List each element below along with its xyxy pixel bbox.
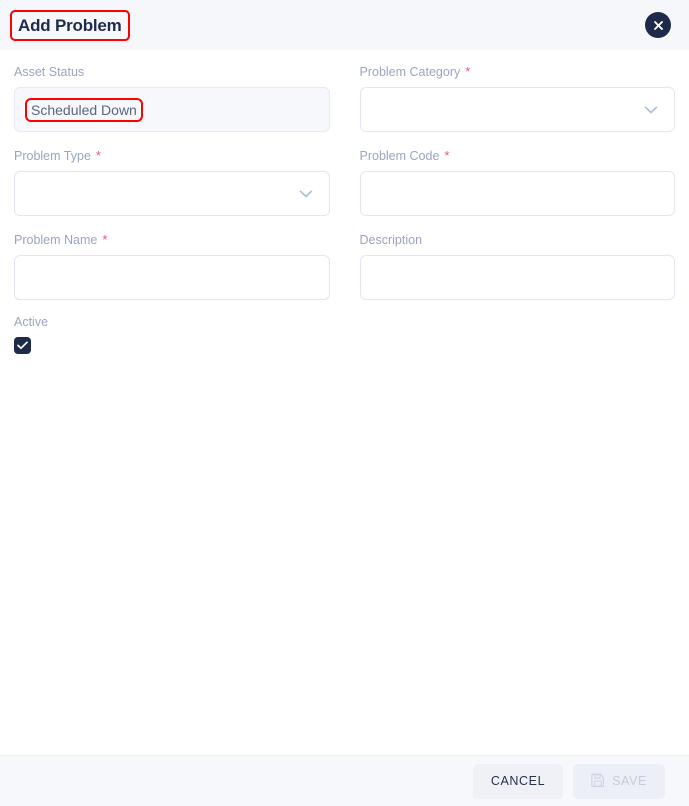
chevron-down-icon[interactable] bbox=[299, 189, 313, 198]
form-grid: Asset Status Scheduled Down Problem Cate… bbox=[14, 64, 675, 370]
label-text: Active bbox=[14, 315, 49, 329]
field-label-problem-type: Problem Type * bbox=[14, 148, 330, 165]
description-value bbox=[375, 276, 379, 280]
field-problem-type: Problem Type * bbox=[14, 148, 330, 216]
asset-status-input[interactable]: Scheduled Down bbox=[14, 87, 330, 132]
field-label-problem-code: Problem Code * bbox=[360, 148, 676, 165]
close-button[interactable] bbox=[645, 12, 671, 38]
field-asset-status: Asset Status Scheduled Down bbox=[14, 64, 330, 132]
required-marker: * bbox=[102, 232, 108, 247]
problem-category-value bbox=[375, 108, 379, 112]
problem-code-input[interactable] bbox=[359, 171, 675, 216]
dialog-header: Add Problem bbox=[0, 0, 689, 50]
problem-code-value bbox=[375, 192, 379, 196]
label-text: Problem Category bbox=[359, 65, 461, 79]
label-text: Problem Type bbox=[14, 149, 91, 163]
field-problem-name: Problem Name * bbox=[14, 232, 330, 300]
problem-type-value bbox=[29, 192, 33, 196]
problem-category-select[interactable] bbox=[359, 87, 675, 132]
save-button-label: SAVE bbox=[612, 774, 647, 788]
cancel-button-label: CANCEL bbox=[490, 774, 546, 788]
check-icon bbox=[17, 337, 28, 355]
label-text: Asset Status bbox=[14, 65, 85, 79]
field-description: Description bbox=[359, 232, 676, 300]
label-text: Problem Name bbox=[14, 233, 98, 247]
label-text: Description bbox=[359, 233, 423, 247]
field-label-problem-category: Problem Category * bbox=[360, 64, 676, 81]
field-active: Active bbox=[14, 314, 330, 354]
field-label-problem-name: Problem Name * bbox=[14, 232, 330, 249]
required-marker: * bbox=[95, 148, 101, 163]
cancel-button[interactable]: CANCEL bbox=[472, 763, 564, 799]
problem-name-input[interactable] bbox=[14, 255, 330, 300]
field-label-asset-status: Asset Status bbox=[14, 64, 330, 81]
description-input[interactable] bbox=[359, 255, 675, 300]
field-label-description: Description bbox=[360, 232, 676, 249]
asset-status-value-text: Scheduled Down bbox=[31, 101, 137, 118]
problem-name-value bbox=[29, 276, 33, 280]
save-disk-icon bbox=[591, 773, 605, 790]
asset-status-value: Scheduled Down bbox=[25, 97, 143, 122]
required-marker: * bbox=[465, 64, 471, 79]
required-marker: * bbox=[444, 148, 450, 163]
problem-type-select[interactable] bbox=[14, 171, 330, 216]
save-button[interactable]: SAVE bbox=[573, 763, 665, 799]
dialog-body: Asset Status Scheduled Down Problem Cate… bbox=[0, 50, 689, 755]
label-text: Problem Code bbox=[359, 149, 440, 163]
field-problem-code: Problem Code * bbox=[359, 148, 676, 216]
dialog-footer: CANCEL SAVE bbox=[0, 755, 689, 806]
field-problem-category: Problem Category * bbox=[359, 64, 676, 132]
page-title-wrapper: Add Problem bbox=[10, 9, 130, 41]
chevron-down-icon[interactable] bbox=[644, 105, 658, 114]
close-icon bbox=[653, 20, 664, 31]
page-title: Add Problem bbox=[18, 15, 122, 35]
field-label-active: Active bbox=[14, 314, 330, 331]
active-checkbox[interactable] bbox=[14, 337, 31, 354]
